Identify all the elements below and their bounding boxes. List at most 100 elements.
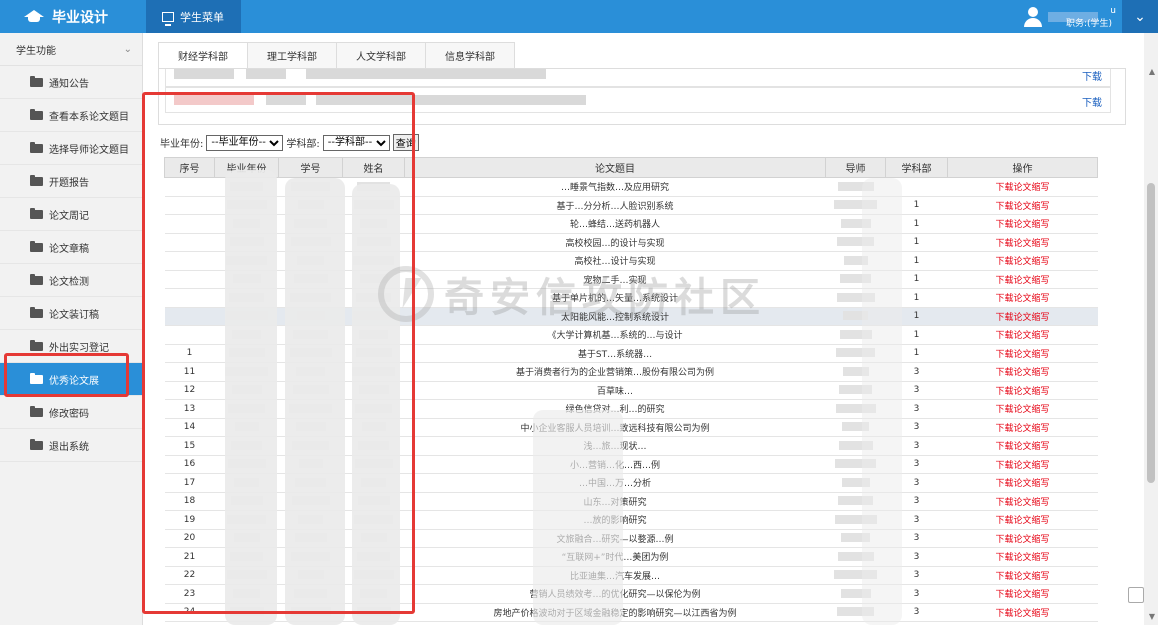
download-thesis-link[interactable]: 下载论文缩写	[947, 233, 1098, 252]
title-cell: 高校校园…的设计与实现	[404, 233, 826, 252]
folder-icon	[30, 141, 43, 153]
folder-icon	[30, 273, 43, 285]
scroll-thumb[interactable]	[1147, 183, 1155, 483]
sidebar-item[interactable]: 论文周记	[0, 198, 142, 231]
sidebar-item-label: 论文装订稿	[49, 309, 99, 321]
download-thesis-link[interactable]: 下载论文缩写	[947, 381, 1098, 400]
download-thesis-link[interactable]: 下载论文缩写	[947, 584, 1098, 604]
user-menu[interactable]: u 职务:(学生)	[1022, 0, 1116, 33]
download-thesis-link[interactable]: 下载论文缩写	[947, 436, 1098, 456]
sidebar-item-label: 通知公告	[49, 78, 89, 90]
sidebar-item[interactable]: 修改密码	[0, 396, 142, 429]
title-cell: 高校社…设计与实现	[404, 251, 826, 271]
folder-icon	[30, 174, 43, 186]
download-thesis-link[interactable]: 下载论文缩写	[947, 307, 1098, 326]
student-menu-tab[interactable]: 学生菜单	[146, 0, 241, 33]
sidebar-item-label: 论文检测	[49, 276, 89, 288]
sidebar-item[interactable]: 选择导师论文题目	[0, 132, 142, 165]
folder-icon	[30, 207, 43, 219]
annotation-frame	[4, 353, 129, 397]
download-link[interactable]: 下载	[1082, 94, 1102, 109]
download-thesis-link[interactable]: 下载论文缩写	[947, 510, 1098, 530]
tab-department[interactable]: 财经学科部	[158, 42, 248, 68]
title-cell: 宠物二手…实现	[404, 270, 826, 289]
sidebar-item[interactable]: 论文章稿	[0, 231, 142, 264]
user-role: 职务:(学生)	[1065, 19, 1112, 29]
sidebar-item-label: 外出实习登记	[49, 342, 109, 354]
sidebar-item[interactable]: 开题报告	[0, 165, 142, 198]
download-thesis-link[interactable]: 下载论文缩写	[947, 547, 1098, 567]
download-thesis-link[interactable]: 下载论文缩写	[947, 214, 1098, 234]
sidebar-item[interactable]: 论文检测	[0, 264, 142, 297]
download-link[interactable]: 下载	[1082, 69, 1102, 83]
download-thesis-link[interactable]: 下载论文缩写	[947, 325, 1098, 345]
tab-department[interactable]: 信息学科部	[425, 42, 515, 68]
sidebar-item[interactable]: 论文装订稿	[0, 297, 142, 330]
top-bar: 毕业设计 学生菜单 u 职务:(学生) ⌄	[0, 0, 1158, 33]
download-thesis-link[interactable]: 下载论文缩写	[947, 344, 1098, 363]
sidebar-section-title: 学生功能	[16, 45, 56, 57]
title-cell: 基于ST…系统器…	[404, 344, 826, 363]
folder-icon	[30, 306, 43, 318]
folder-icon	[30, 339, 43, 351]
title-cell: 基于…分分析…人脸识别系统	[404, 196, 826, 215]
user-avatar-icon	[1022, 6, 1044, 28]
sidebar-item-label: 论文周记	[49, 210, 89, 222]
column-header: 操作	[947, 157, 1098, 178]
download-thesis-link[interactable]: 下载论文缩写	[947, 251, 1098, 271]
title-cell: 轮…蜂结…送药机器人	[404, 214, 826, 234]
tab-department[interactable]: 人文学科部	[336, 42, 426, 68]
vertical-scrollbar[interactable]: ▲ ▼	[1144, 33, 1158, 625]
column-header: 导师	[825, 157, 886, 178]
download-thesis-link[interactable]: 下载论文缩写	[947, 418, 1098, 437]
monitor-icon	[162, 11, 174, 26]
title-cell: 太阳能风能…控制系统设计	[404, 307, 826, 326]
sidebar-item[interactable]: 通知公告	[0, 66, 142, 99]
folder-icon	[30, 75, 43, 87]
sidebar-item-label: 论文章稿	[49, 243, 89, 255]
app-logo[interactable]: 毕业设计	[0, 0, 146, 33]
redacted-cell	[246, 69, 286, 79]
title-cell: 百草味…	[404, 381, 826, 400]
graduation-cap-icon	[24, 9, 44, 24]
scroll-up-icon[interactable]: ▲	[1149, 67, 1155, 76]
download-thesis-link[interactable]: 下载论文缩写	[947, 455, 1098, 474]
column-header: 学科部	[885, 157, 948, 178]
redaction-blur	[862, 178, 902, 625]
sidebar-item-label: 修改密码	[49, 408, 89, 420]
chevron-down-icon[interactable]: ⌄	[1122, 0, 1158, 33]
chevron-down-icon: ⌄	[123, 43, 132, 55]
download-thesis-link[interactable]: 下载论文缩写	[947, 362, 1098, 382]
download-thesis-link[interactable]: 下载论文缩写	[947, 473, 1098, 493]
redaction-blur	[533, 410, 623, 625]
folder-icon	[30, 108, 43, 120]
sidebar-section-header[interactable]: 学生功能 ⌄	[0, 33, 142, 66]
tab-department[interactable]: 理工学科部	[247, 42, 337, 68]
download-thesis-link[interactable]: 下载论文缩写	[947, 399, 1098, 419]
sidebar-item[interactable]: 退出系统	[0, 429, 142, 462]
folder-icon	[30, 240, 43, 252]
annotation-frame	[142, 92, 415, 614]
download-thesis-link[interactable]: 下载论文缩写	[947, 603, 1098, 622]
folder-icon	[30, 438, 43, 450]
folder-icon	[30, 405, 43, 417]
download-thesis-link[interactable]: 下载论文缩写	[947, 196, 1098, 215]
resize-icon[interactable]	[1128, 587, 1144, 603]
table-row: 下载	[165, 69, 1111, 87]
scroll-down-icon[interactable]: ▼	[1149, 612, 1155, 621]
download-thesis-link[interactable]: 下载论文缩写	[947, 288, 1098, 308]
department-tabs: 财经学科部 理工学科部 人文学科部 信息学科部	[158, 42, 515, 68]
title-cell: 基于消费者行为的企业营销策…股份有限公司为例	[404, 362, 826, 382]
sidebar-item-label: 退出系统	[49, 441, 89, 453]
redacted-cell	[174, 69, 234, 79]
sidebar-item[interactable]: 查看本系论文题目	[0, 99, 142, 132]
download-thesis-link[interactable]: 下载论文缩写	[947, 270, 1098, 289]
download-thesis-link[interactable]: 下载论文缩写	[947, 566, 1098, 585]
download-thesis-link[interactable]: 下载论文缩写	[947, 529, 1098, 548]
title-cell: 基于单片机的…矢量…系统设计	[404, 288, 826, 308]
download-thesis-link[interactable]: 下载论文缩写	[947, 177, 1098, 197]
sidebar-item-label: 选择导师论文题目	[49, 144, 129, 156]
sidebar-item-label: 查看本系论文题目	[49, 111, 129, 123]
download-thesis-link[interactable]: 下载论文缩写	[947, 492, 1098, 511]
redacted-cell	[306, 69, 546, 79]
